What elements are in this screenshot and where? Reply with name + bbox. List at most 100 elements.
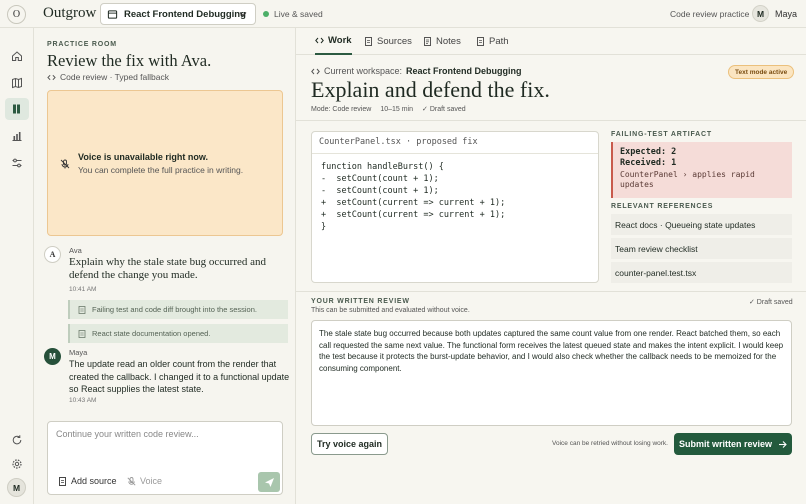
rail-home[interactable] [5,45,29,67]
code-icon [315,37,324,44]
status-badge: Text mode active [728,65,795,79]
reference-item[interactable]: counter-panel.test.tsx [611,262,792,283]
try-voice-again-button[interactable]: Try voice again [311,433,388,455]
tab-path-label: Path [489,36,509,47]
rail-adjust[interactable] [5,152,29,174]
tab-notes-label: Notes [436,36,461,47]
workspace-select[interactable]: React Frontend Debugging [100,3,256,25]
home-icon [12,51,22,61]
tab-sources[interactable]: Sources [364,28,412,55]
retry-note: Voice can be retried without losing work… [552,440,668,447]
submit-review-label: Submit written review [678,439,773,449]
code-icon [311,68,320,74]
tab-sources-label: Sources [377,36,412,47]
submit-review-button[interactable]: Submit written review [674,433,792,455]
refresh-icon [12,435,22,445]
user-menu[interactable]: M Maya [752,5,797,22]
document-icon [59,476,66,486]
arrow-right-icon [779,440,787,448]
send-icon [264,477,274,487]
document-icon [365,37,372,46]
code-line: + setCount(current => current + 1); [321,210,506,220]
reference-item[interactable]: Team review checklist [611,238,792,259]
add-source-button[interactable]: Add source [58,476,117,486]
meta-duration: 10–15 min [380,105,414,113]
voice-button[interactable]: Voice [127,476,162,486]
code-line: } [321,222,327,232]
divider [296,120,806,121]
ava-avatar: A [44,246,61,263]
session-event: Failing test and code diff brought into … [68,300,288,319]
maya-name: Maya [69,348,88,357]
rail-library[interactable] [5,72,29,94]
chart-icon [12,132,22,141]
artifact-received: Received: 1 [620,158,677,168]
session-event-text: Failing test and code diff brought into … [92,305,257,314]
document-icon [78,305,86,314]
review-eyebrow: YOUR WRITTEN REVIEW [311,298,410,305]
session-event-text: React state documentation opened. [92,329,211,338]
workspace-select-value: React Frontend Debugging [124,8,246,20]
message-composer: Add source Voice [47,421,283,495]
voice-notice-text: You can complete the full practice in wr… [78,165,244,175]
user-name: Maya [775,8,798,19]
page-title: Explain and defend the fix. [311,77,550,102]
top-bar: O Outgrow React Frontend Debugging Live … [0,0,806,28]
maya-message: The update read an older count from the … [69,359,290,394]
tab-work-label: Work [328,35,352,46]
tab-notes[interactable]: Notes [423,28,461,55]
rail-practice[interactable] [5,98,29,120]
reference-item[interactable]: React docs · Queueing state updates [611,214,792,235]
mic-off-icon [60,159,70,169]
composer-input[interactable] [48,422,282,468]
current-workspace: Current workspace: React Frontend Debugg… [311,66,522,76]
sidebar-rail: M [0,28,34,504]
notes-icon [424,37,431,46]
divider [296,291,806,292]
settings-icon [12,459,22,469]
code-line: - setCount(count + 1); [321,174,439,184]
logo[interactable]: O [7,5,26,24]
review-subtitle: This can be submitted and evaluated with… [311,307,470,314]
code-icon [47,74,56,80]
work-panel: Work Sources Notes Path Current workspac… [296,28,806,504]
rail-avatar[interactable]: M [7,478,26,497]
practice-subtitle: Code review · Typed fallback [47,72,169,82]
mode-label: Code review practice [670,9,750,19]
written-review-input[interactable]: The stale state bug occurred because bot… [311,320,792,426]
voice-unavailable-notice: Voice is unavailable right now. You can … [47,90,283,236]
rail-settings[interactable] [5,453,29,475]
rail-progress[interactable] [5,125,29,147]
code-line: function handleBurst() { [321,162,444,172]
code-diff: function handleBurst() { - setCount(count… [312,154,598,240]
status-dot-icon [263,11,269,17]
ava-name: Ava [69,246,82,255]
code-line: + setCount(current => current + 1); [321,198,506,208]
work-meta: Mode: Code review 10–15 min ✓ Draft save… [311,105,475,114]
artifact-eyebrow: FAILING-TEST ARTIFACT [611,131,712,138]
work-tabs: Work Sources Notes Path [296,28,806,55]
avatar: M [752,5,769,22]
voice-notice-title: Voice is unavailable right now. [78,152,209,162]
voice-label: Voice [140,476,163,486]
practice-icon [13,104,20,114]
practice-eyebrow: PRACTICE ROOM [47,41,117,48]
current-workspace-label: Current workspace: [324,66,403,76]
tab-path[interactable]: Path [476,28,509,55]
book-icon [12,77,22,89]
document-icon [78,329,86,338]
failing-test-artifact: Expected: 2 Received: 1 CounterPanel › a… [611,142,792,198]
tab-work[interactable]: Work [315,28,352,55]
add-source-label: Add source [71,476,117,486]
path-icon [477,37,484,46]
send-button[interactable] [258,472,280,492]
draft-saved-status: ✓ Draft saved [749,299,793,306]
ava-message-time: 10:41 AM [69,286,97,293]
current-workspace-value: React Frontend Debugging [406,66,522,76]
maya-avatar: M [44,348,61,365]
rail-refresh[interactable] [5,429,29,451]
chevron-down-icon [239,12,247,17]
ava-message: Explain why the stale state bug occurred… [69,256,267,281]
code-diff-card: CounterPanel.tsx · proposed fix function… [311,131,599,283]
workspace-icon [107,9,118,19]
